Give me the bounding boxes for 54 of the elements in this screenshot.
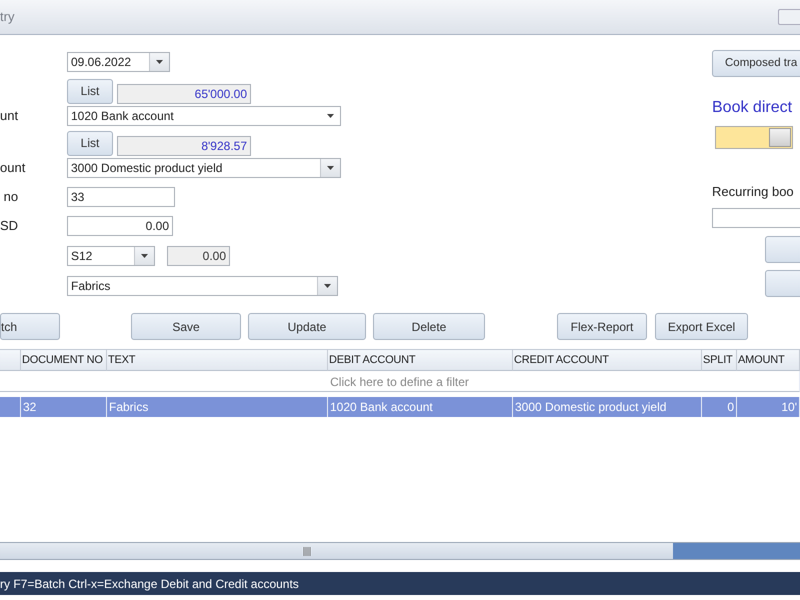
action-button[interactable]: Update (248, 313, 366, 340)
column-header[interactable]: DEBIT ACCOUNT (328, 350, 513, 371)
column-header[interactable]: SPLIT (702, 350, 737, 371)
filter-hint[interactable]: Click here to define a filter (0, 371, 800, 392)
recurring-label: Recurring boo (712, 183, 795, 201)
dropdown-field[interactable]: 1020 Bank account (67, 106, 341, 126)
column-header[interactable]: AMOUNT (737, 350, 800, 371)
caret-icon (326, 114, 334, 118)
grip-icon[interactable] (302, 546, 310, 556)
book-direct-label: Book direct (712, 98, 794, 118)
field-label: ount (0, 159, 26, 178)
horizontal-scrollbar[interactable] (0, 542, 800, 560)
balance-field: 8'928.57 (117, 136, 251, 156)
action-button[interactable]: Export Excel (655, 313, 748, 340)
table-cell: 32 (21, 397, 107, 417)
recurring-field[interactable] (712, 208, 800, 228)
column-header[interactable]: TEXT (107, 350, 328, 371)
action-button[interactable]: Delete (373, 313, 485, 340)
document-no-field[interactable]: 33 (67, 187, 175, 207)
side-button[interactable] (765, 270, 800, 296)
action-button[interactable]: Save (131, 313, 241, 340)
table-cell: 0 (702, 397, 737, 417)
caret-icon (141, 254, 148, 258)
table-cell: 3000 Domestic product yield (513, 397, 702, 417)
table-cell: 10' (737, 397, 800, 417)
side-button[interactable] (765, 236, 800, 262)
book-direct-toggle[interactable] (715, 126, 793, 149)
table-cell (0, 397, 21, 417)
dropdown-field[interactable]: 3000 Domestic product yield (67, 158, 341, 178)
action-button[interactable]: Flex-Report (557, 313, 647, 340)
column-header[interactable] (0, 350, 21, 371)
dropdown-field[interactable]: S12 (67, 246, 155, 266)
minimize-button[interactable] (778, 9, 800, 25)
action-button[interactable]: tch (0, 313, 60, 340)
window-title: try (0, 8, 14, 26)
table-cell: Fabrics (107, 397, 328, 417)
field-label: SD (0, 217, 20, 236)
column-header[interactable]: DOCUMENT NO (21, 350, 107, 371)
field-label: no (2, 188, 20, 206)
list-button[interactable]: List (67, 78, 113, 104)
column-header[interactable]: CREDIT ACCOUNT (513, 350, 702, 371)
field-label: unt (0, 107, 20, 126)
list-button[interactable]: List (67, 130, 113, 156)
caret-icon (324, 284, 331, 288)
dropdown-field[interactable]: Fabrics (67, 276, 338, 296)
amount-field[interactable]: 0.00 (67, 216, 173, 236)
caret-icon (156, 60, 163, 64)
status-bar: ry F7=Batch Ctrl-x=Exchange Debit and Credit accounts (0, 572, 800, 595)
balance-field: 65'000.00 (117, 84, 251, 104)
vat-amount-field: 0.00 (167, 246, 230, 266)
table-cell: 1020 Bank account (328, 397, 513, 417)
dropdown-field[interactable]: 09.06.2022 (67, 52, 170, 72)
composed-button[interactable]: Composed tra (712, 50, 800, 77)
caret-icon (327, 166, 334, 170)
